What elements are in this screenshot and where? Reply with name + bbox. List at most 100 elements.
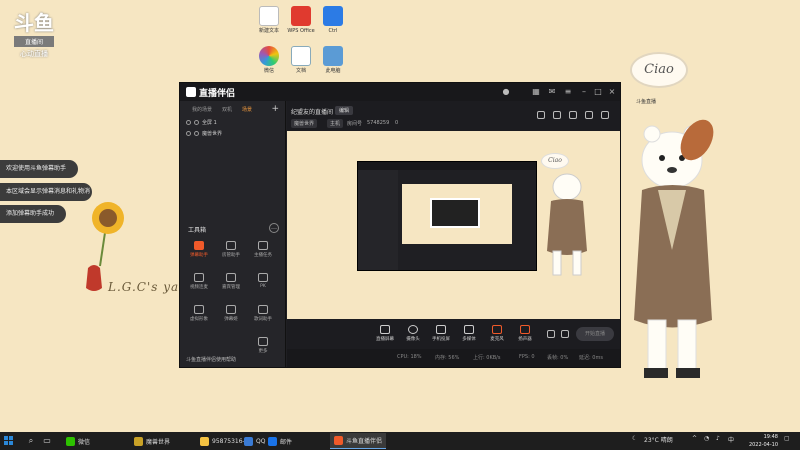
desktop-icon-computer[interactable]: 此电脑 [315,46,351,74]
network-icon[interactable]: ◔ [704,435,709,442]
nested-titlebar [358,162,536,170]
avatar-icon[interactable]: ● [502,88,510,96]
category-tag[interactable]: 魔兽世界 [291,119,318,128]
video-icon [194,273,204,282]
tool-more[interactable]: 更多 [250,337,276,361]
help-link[interactable]: 斗鱼直播伴侣使用帮助 [186,356,236,363]
share-icon[interactable] [601,111,609,119]
lock-icon[interactable] [194,120,199,125]
ime-icon[interactable]: 中 [728,435,734,444]
weather-icon[interactable]: ☾ [632,435,637,442]
bag-icon[interactable] [569,111,577,119]
more-icon[interactable]: … [269,223,279,233]
close-icon[interactable]: × [608,88,616,96]
toolbox-title: 工具箱 [188,227,207,234]
guest-icon [226,273,236,282]
microphone-icon [492,325,502,334]
tool-room-admin[interactable]: 房管助手 [218,241,244,265]
desktop-icon-doc[interactable]: 文档 [283,46,319,74]
media-button[interactable]: 多媒体 [455,325,483,342]
visibility-icon[interactable] [186,120,191,125]
scene-item[interactable]: 全屏 1 [180,117,285,128]
nested-canvas [402,184,512,244]
task-view-icon[interactable]: ▭ [42,436,52,446]
clock-date: 2022-04-10 [748,442,778,448]
room-id: 5748259 [367,120,390,126]
status-drop: 丢帧: 0% [547,355,569,361]
source-toolbar: 直播屏幕 摄像头 手机投屏 多媒体 麦克风 扬声器 开始直播 [287,319,620,349]
volume-icon[interactable]: ♪ [716,435,720,442]
add-scene-icon[interactable]: + [271,104,279,114]
tool-video-link[interactable]: 视频连麦 [186,273,212,297]
minimize-icon[interactable]: – [580,88,588,96]
desktop-icon-text-doc[interactable]: 新建文本 [251,6,287,34]
app-statusbar: CPU: 18% 内存: 56% 上行: 0KB/s FPS: 0 丢帧: 0%… [287,349,620,367]
bear-illustration [634,119,714,378]
taskbar-app-wechat[interactable]: 微信 [62,433,94,449]
tool-lyrics[interactable]: 歌词助手 [250,305,276,329]
chat-icon [194,241,204,250]
weather-text[interactable]: 23°C 晴朗 [644,435,673,444]
nested-preview-window [357,161,537,271]
camera-button[interactable]: 摄像头 [399,325,427,342]
douyu-icon [334,436,343,445]
notification-icon[interactable]: ▢ [784,435,790,442]
color-wheel-icon [259,46,279,66]
search-icon[interactable]: ⌕ [26,436,36,446]
taskbar-app-mail[interactable]: 邮件 [264,433,296,449]
ciao-bubble: Ciao [630,52,688,88]
audio-settings-icon[interactable] [561,330,569,338]
phone-icon [436,325,446,334]
microphone-button[interactable]: 麦克风 [483,325,511,342]
tool-anchor-task[interactable]: 主播任务 [250,241,276,265]
maximize-icon[interactable]: □ [594,88,602,96]
settings-icon[interactable] [585,111,593,119]
taskbar-app-douyu[interactable]: 斗鱼直播伴侣 [330,433,387,449]
grid-icon[interactable]: ▦ [532,88,540,96]
app-logo: 直播伴侣 [186,86,235,99]
app-titlebar[interactable]: 直播伴侣 ● ▦ ✉ ≡ – □ × [180,83,620,101]
home-icon[interactable] [537,111,545,119]
wechat-icon [66,436,75,446]
tab-my-scenes[interactable]: 我的场景 [188,106,216,113]
visibility-icon[interactable] [186,131,191,136]
computer-icon [323,46,343,66]
desktop-icon-wps[interactable]: WPS Office [283,6,319,34]
gift-icon[interactable] [553,111,561,119]
record-icon[interactable] [547,330,555,338]
menu-icon[interactable]: ≡ [564,88,572,96]
desktop-icon-wechat[interactable]: 微信 [251,46,287,74]
nested-sidebar [358,170,398,270]
document-icon [259,6,279,26]
tool-guest-manage[interactable]: 嘉宾管理 [218,273,244,297]
tab-scene[interactable]: 场景 [238,106,256,113]
desktop-icon-ctrl[interactable]: Ctrl [315,6,351,34]
tab-dual[interactable]: 双机 [218,106,236,113]
phone-cast-button[interactable]: 手机投屏 [427,325,455,342]
tool-avatar[interactable]: 虚拟形象 [186,305,212,329]
device-tag[interactable]: 主机 [327,119,344,128]
status-latency: 延迟: 0ms [579,355,603,361]
mail-icon[interactable]: ✉ [548,88,556,96]
speaker-button[interactable]: 扬声器 [511,325,539,342]
tool-danmu-assistant[interactable]: 弹幕助手 [186,241,212,265]
media-icon [464,325,474,334]
tray-arrow-icon[interactable]: ^ [692,435,697,442]
folder-icon [200,436,209,446]
lock-icon[interactable] [194,131,199,136]
status-upload: 上行: 0KB/s [473,355,501,361]
tool-danmu-ji[interactable]: 弹幕姬 [218,305,244,329]
danmu-notice: 添加弹幕助手成功 [0,205,66,223]
screen-capture-button[interactable]: 直播屏幕 [371,325,399,342]
start-live-button[interactable]: 开始直播 [576,327,614,341]
windows-start-icon[interactable] [4,436,14,446]
wow-icon [134,436,143,446]
taskbar-app-wow[interactable]: 魔兽世界 [130,433,174,449]
system-clock[interactable]: 19:48 2022-04-10 [738,433,778,449]
scene-item[interactable]: 魔兽世界 [180,128,285,139]
edit-button[interactable]: 编辑 [335,106,354,115]
tool-pk[interactable]: PK [250,273,276,297]
preview-canvas[interactable]: Ciao [287,131,620,319]
mail-icon [268,436,277,446]
brand-tag: 直播间 [14,36,54,47]
